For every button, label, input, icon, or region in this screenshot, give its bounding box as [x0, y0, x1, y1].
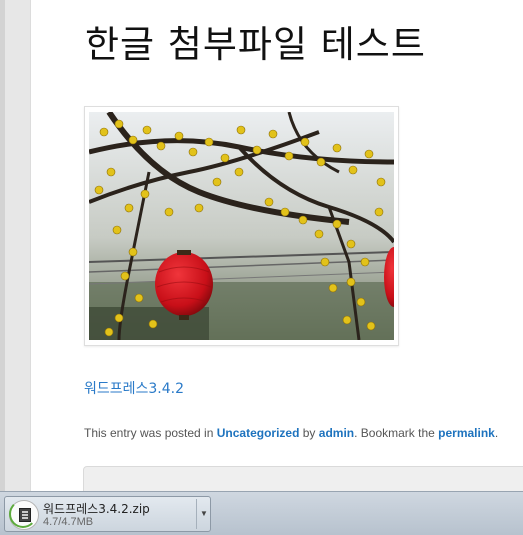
meta-prefix: This entry was posted in — [84, 426, 217, 440]
download-item[interactable]: 워드프레스3.4.2.zip 4.7/4.7MB ▼ — [4, 496, 211, 532]
blossom-lantern-photo — [89, 112, 394, 340]
zip-file-icon — [9, 500, 39, 530]
post-image[interactable] — [84, 106, 399, 346]
divider — [196, 499, 197, 529]
author-link[interactable]: admin — [319, 426, 354, 440]
left-margin-strip — [0, 0, 31, 491]
download-bar: 워드프레스3.4.2.zip 4.7/4.7MB ▼ — [0, 491, 523, 535]
permalink-link[interactable]: permalink — [438, 426, 495, 440]
window-edge — [0, 0, 5, 491]
meta-suffix: . — [494, 426, 499, 440]
post-content: 한글 첨부파일 테스트 워드프레스3.4.2 This entry was po… — [31, 0, 523, 508]
category-link[interactable]: Uncategorized — [217, 426, 300, 440]
download-filename: 워드프레스3.4.2.zip — [43, 502, 150, 516]
meta-bookmark: . Bookmark the — [354, 426, 439, 440]
entry-meta: This entry was posted in Uncategorized b… — [84, 426, 498, 440]
chevron-down-icon[interactable]: ▼ — [198, 497, 210, 531]
meta-by: by — [299, 426, 319, 440]
post-title: 한글 첨부파일 테스트 — [85, 23, 426, 66]
download-status: 4.7/4.7MB — [43, 516, 94, 528]
attachment-link[interactable]: 워드프레스3.4.2 — [84, 378, 184, 398]
